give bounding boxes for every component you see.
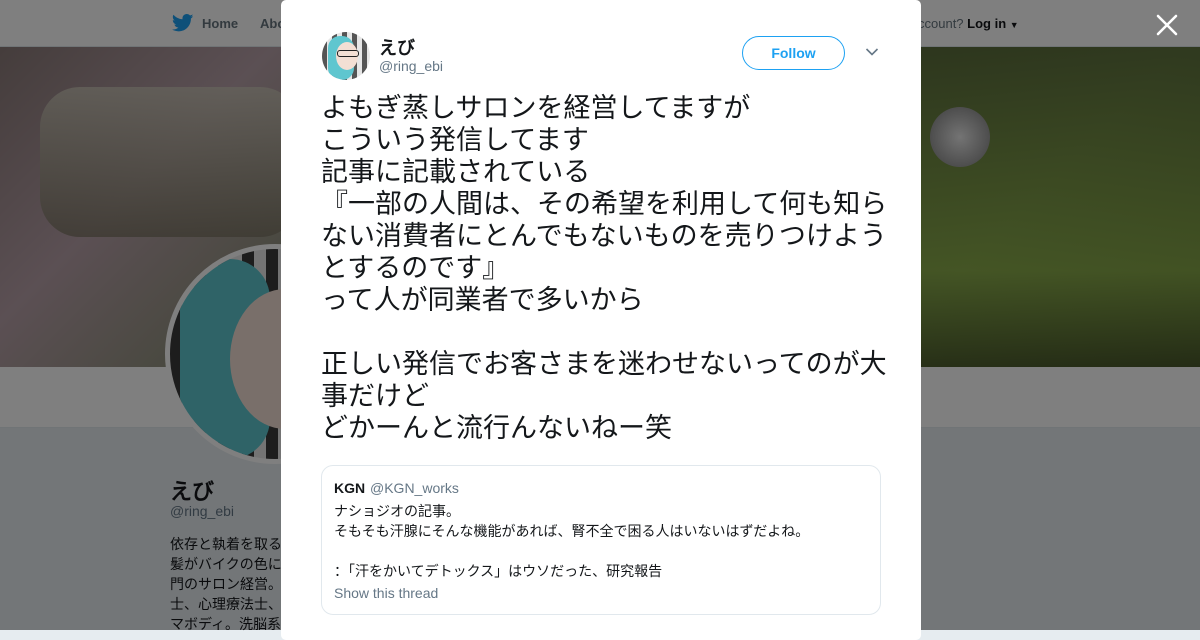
show-thread-link[interactable]: Show this thread	[334, 585, 438, 601]
avatar-glasses	[337, 50, 359, 57]
quoted-tweet[interactable]: KGN @KGN_works ナショジオの記事。 そもそも汗腺にそんな機能があれ…	[321, 465, 881, 615]
follow-button[interactable]: Follow	[742, 36, 845, 70]
author-avatar[interactable]	[322, 32, 370, 80]
tweet-modal: えび @ring_ebi Follow よもぎ蒸しサロンを経営してますが こうい…	[281, 0, 921, 640]
chevron-down-icon[interactable]	[865, 47, 879, 57]
quoted-author-name: KGN	[334, 480, 366, 496]
quoted-tweet-text: ナショジオの記事。 そもそも汗腺にそんな機能があれば、腎不全で困る人はいないはず…	[334, 503, 810, 579]
author-handle[interactable]: @ring_ebi	[379, 58, 443, 74]
tweet-text: よもぎ蒸しサロンを経営してますが こういう発信してます 記事に記載されている 『…	[321, 93, 888, 444]
close-icon[interactable]	[1154, 12, 1180, 38]
author-name[interactable]: えび	[379, 34, 415, 60]
quoted-author-handle: @KGN_works	[370, 480, 459, 496]
